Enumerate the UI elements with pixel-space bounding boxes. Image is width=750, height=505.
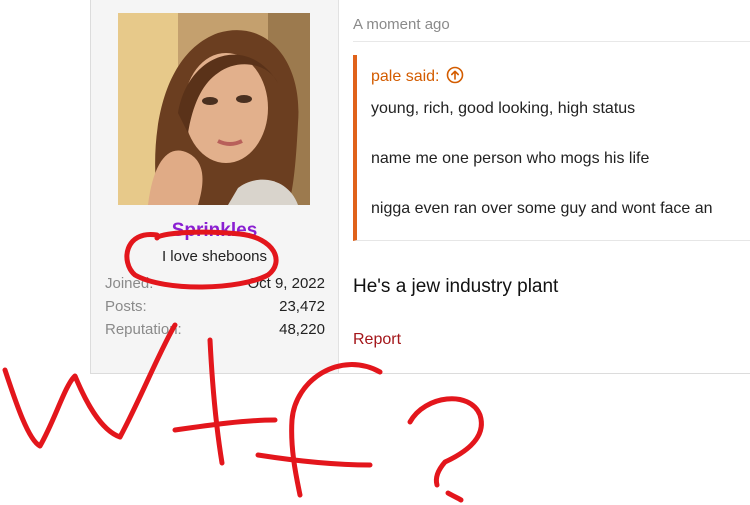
forum-post: Sprinkles I love sheboons Joined: Oct 9,… — [90, 0, 750, 374]
letter-t-bar — [172, 417, 278, 433]
quote-line: name me one person who mogs his life — [371, 150, 650, 167]
quote-line: nigga even ran over some guy and wont fa… — [371, 200, 713, 217]
quote-line: young, rich, good looking, high status — [371, 100, 636, 117]
username[interactable]: Sprinkles — [91, 220, 338, 242]
stat-label: Posts: — [105, 298, 147, 315]
stat-label: Joined: — [105, 275, 154, 292]
letter-f-stem — [289, 362, 383, 498]
user-title: I love sheboons — [161, 248, 268, 265]
avatar-image — [118, 13, 310, 205]
report-link[interactable]: Report — [353, 331, 401, 349]
stat-value[interactable]: 23,472 — [279, 298, 325, 315]
stat-value: Oct 9, 2022 — [247, 275, 325, 292]
quote-header[interactable]: pale said: — [371, 66, 464, 86]
avatar[interactable] — [118, 13, 310, 205]
post-date[interactable]: A moment ago — [353, 16, 450, 33]
stat-value: 48,220 — [279, 321, 325, 338]
quote-author: pale said: — [371, 68, 440, 85]
quote-block: pale said: young, rich, good looking, hi… — [353, 55, 750, 241]
letter-f-bar — [255, 452, 373, 468]
divider — [353, 41, 750, 42]
question-dot — [445, 490, 464, 503]
stat-label: Reputation: — [105, 321, 182, 338]
post-body: He's a jew industry plant — [353, 276, 559, 297]
user-info-panel: Sprinkles I love sheboons Joined: Oct 9,… — [91, 0, 339, 373]
arrow-up-circle-icon[interactable] — [446, 66, 464, 84]
message-column: A moment ago pale said: young, rich, goo… — [353, 0, 750, 373]
question-curve — [407, 396, 484, 488]
